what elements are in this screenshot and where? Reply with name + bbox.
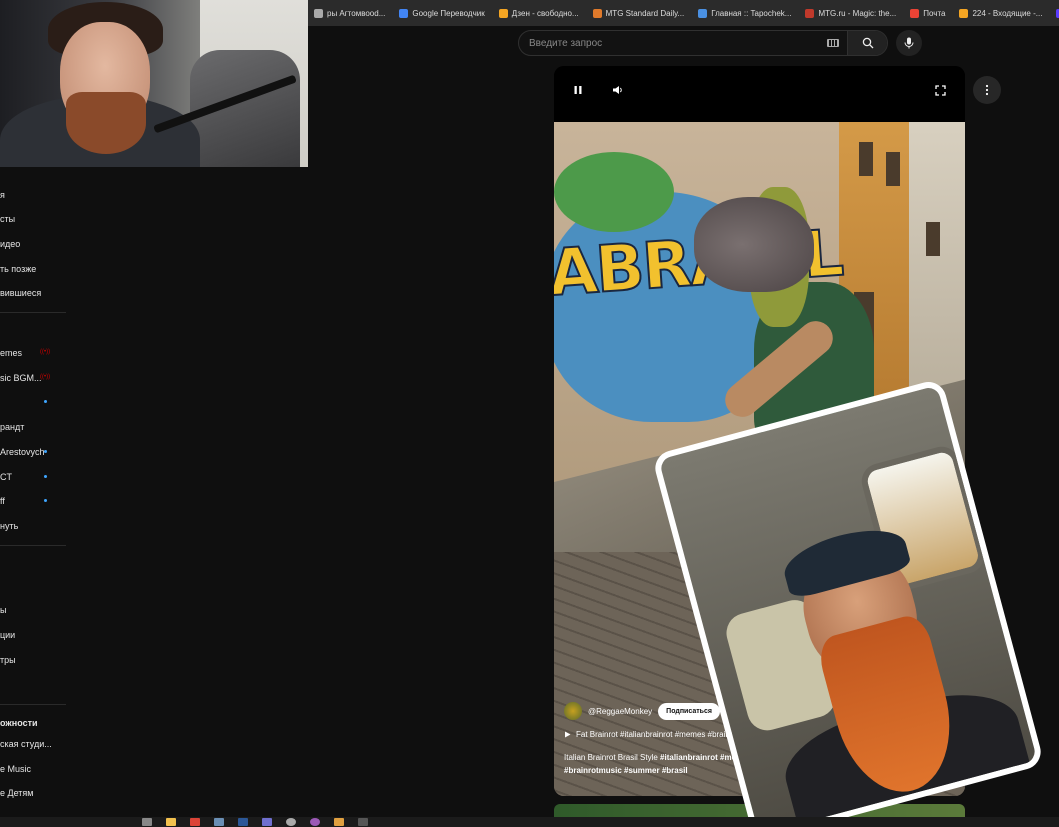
- description-text: Italian Brainrot Brasil Style: [564, 753, 661, 762]
- more-actions-button[interactable]: [973, 76, 1001, 104]
- sidebar-item[interactable]: вившиеся: [0, 286, 41, 300]
- tapochek-icon: [698, 8, 708, 18]
- video-window: [926, 222, 940, 256]
- sidebar-item[interactable]: ская студи...: [0, 737, 52, 751]
- search-button[interactable]: [847, 31, 887, 55]
- bookmark-item[interactable]: Google Переводчик: [399, 8, 485, 18]
- player-controls: [554, 66, 965, 122]
- bookmark-item[interactable]: 224 - Входящие -...: [959, 8, 1043, 18]
- microphone-icon: [904, 37, 914, 49]
- channel-name[interactable]: @ReggaeMonkey: [588, 707, 652, 716]
- bookmark-label: Дзен - свободно...: [511, 8, 579, 18]
- search-icon: [862, 37, 873, 49]
- keyboard-icon[interactable]: [827, 39, 839, 47]
- video-window: [886, 152, 900, 186]
- sidebar-item[interactable]: я: [0, 188, 5, 202]
- sidebar-item[interactable]: идео: [0, 237, 20, 251]
- bookmark-item[interactable]: Дзен - свободно...: [498, 8, 579, 18]
- bookmark-icon: [314, 8, 323, 18]
- sidebar-item[interactable]: ции: [0, 628, 15, 642]
- live-indicator-icon: ((•)): [40, 349, 51, 355]
- sidebar-item[interactable]: е Детям: [0, 786, 34, 800]
- graffiti-green: [554, 152, 674, 232]
- sidebar-section-title: ожности: [0, 718, 38, 728]
- sidebar-item[interactable]: ы: [0, 603, 6, 617]
- sidebar-item[interactable]: sic BGM...: [0, 371, 42, 385]
- video-character-head: [694, 197, 814, 292]
- search-bar: [518, 30, 922, 56]
- volume-button[interactable]: [610, 83, 624, 97]
- channel-avatar[interactable]: [564, 702, 582, 720]
- bookmark-label: MTG.ru - Magic: the...: [818, 8, 897, 18]
- video-house: [909, 122, 965, 422]
- mtg-icon: [592, 8, 602, 18]
- zen-icon: [498, 8, 508, 18]
- sidebar-item[interactable]: e Music: [0, 762, 31, 776]
- sidebar-item[interactable]: emes: [0, 346, 22, 360]
- bookmark-label: Почта: [923, 8, 946, 18]
- sidebar-item[interactable]: рандт: [0, 420, 24, 434]
- subscribe-button[interactable]: Подписаться: [658, 702, 720, 720]
- task-view-icon[interactable]: [142, 818, 152, 826]
- search-box: [518, 30, 888, 56]
- bookmark-item[interactable]: MTG Standard Daily...: [592, 8, 685, 18]
- sidebar: ((•)) ((•)) я сты идео ть позже вившиеся emes…: [0, 180, 70, 800]
- app-icon[interactable]: [286, 818, 296, 826]
- app-icon[interactable]: [334, 818, 344, 826]
- more-vertical-icon: [985, 84, 989, 96]
- sidebar-divider: [0, 704, 66, 705]
- screen: ры Агтомвооd... Google Переводчик Дзен - с…: [0, 0, 1059, 827]
- bookmark-item[interactable]: Главная :: Tapochek...: [698, 8, 792, 18]
- sidebar-item[interactable]: CT: [0, 470, 12, 484]
- bookmark-label: Google Переводчик: [412, 8, 485, 18]
- bookmark-label: MTG Standard Daily...: [605, 8, 685, 18]
- gmail-icon: [910, 8, 920, 18]
- chrome-icon[interactable]: [190, 818, 200, 826]
- translate-icon: [399, 8, 409, 18]
- sidebar-item[interactable]: нуть: [0, 519, 18, 533]
- volume-icon: [612, 86, 622, 94]
- sidebar-item[interactable]: ть позже: [0, 262, 36, 276]
- new-content-dot: [44, 499, 47, 502]
- fullscreen-button[interactable]: [933, 83, 947, 97]
- sidebar-item[interactable]: тры: [0, 653, 16, 667]
- sidebar-divider: [0, 312, 66, 313]
- bookmark-label: ры Агтомвооd...: [327, 8, 386, 18]
- taskbar: [0, 817, 1059, 827]
- app-icon[interactable]: [262, 818, 272, 826]
- fullscreen-icon: [934, 84, 946, 96]
- bookmark-item[interactable]: Почта: [910, 8, 946, 18]
- sidebar-item[interactable]: Arestovych: [0, 445, 45, 459]
- pause-button[interactable]: [571, 83, 585, 97]
- voice-search-button[interactable]: [896, 30, 922, 56]
- search-input[interactable]: [519, 31, 827, 55]
- sidebar-divider: [0, 545, 66, 546]
- webcam-person-beard: [66, 92, 146, 154]
- app-icon[interactable]: [310, 818, 320, 826]
- mail-icon: [959, 8, 969, 18]
- bookmark-label: 224 - Входящие -...: [972, 8, 1043, 18]
- bookmark-label: Главная :: Tapochek...: [711, 8, 792, 18]
- sidebar-item[interactable]: сты: [0, 212, 15, 226]
- mtgru-icon: [805, 8, 815, 18]
- webcam-feed: [0, 0, 308, 167]
- play-triangle-icon: [565, 731, 571, 738]
- pause-icon: [574, 86, 582, 94]
- new-content-dot: [44, 475, 47, 478]
- app-icon[interactable]: [238, 818, 248, 826]
- file-explorer-icon[interactable]: [166, 818, 176, 826]
- description-hashtags[interactable]: #brainrotmusic #summer #brasil: [564, 766, 688, 775]
- bookmark-item[interactable]: MTG.ru - Magic: the...: [805, 8, 897, 18]
- app-icon[interactable]: [358, 818, 368, 826]
- new-content-dot: [44, 400, 47, 403]
- bookmark-item[interactable]: ры Агтомвооd...: [314, 8, 386, 18]
- app-icon[interactable]: [214, 818, 224, 826]
- video-window: [859, 142, 873, 176]
- sidebar-item[interactable]: ff: [0, 494, 5, 508]
